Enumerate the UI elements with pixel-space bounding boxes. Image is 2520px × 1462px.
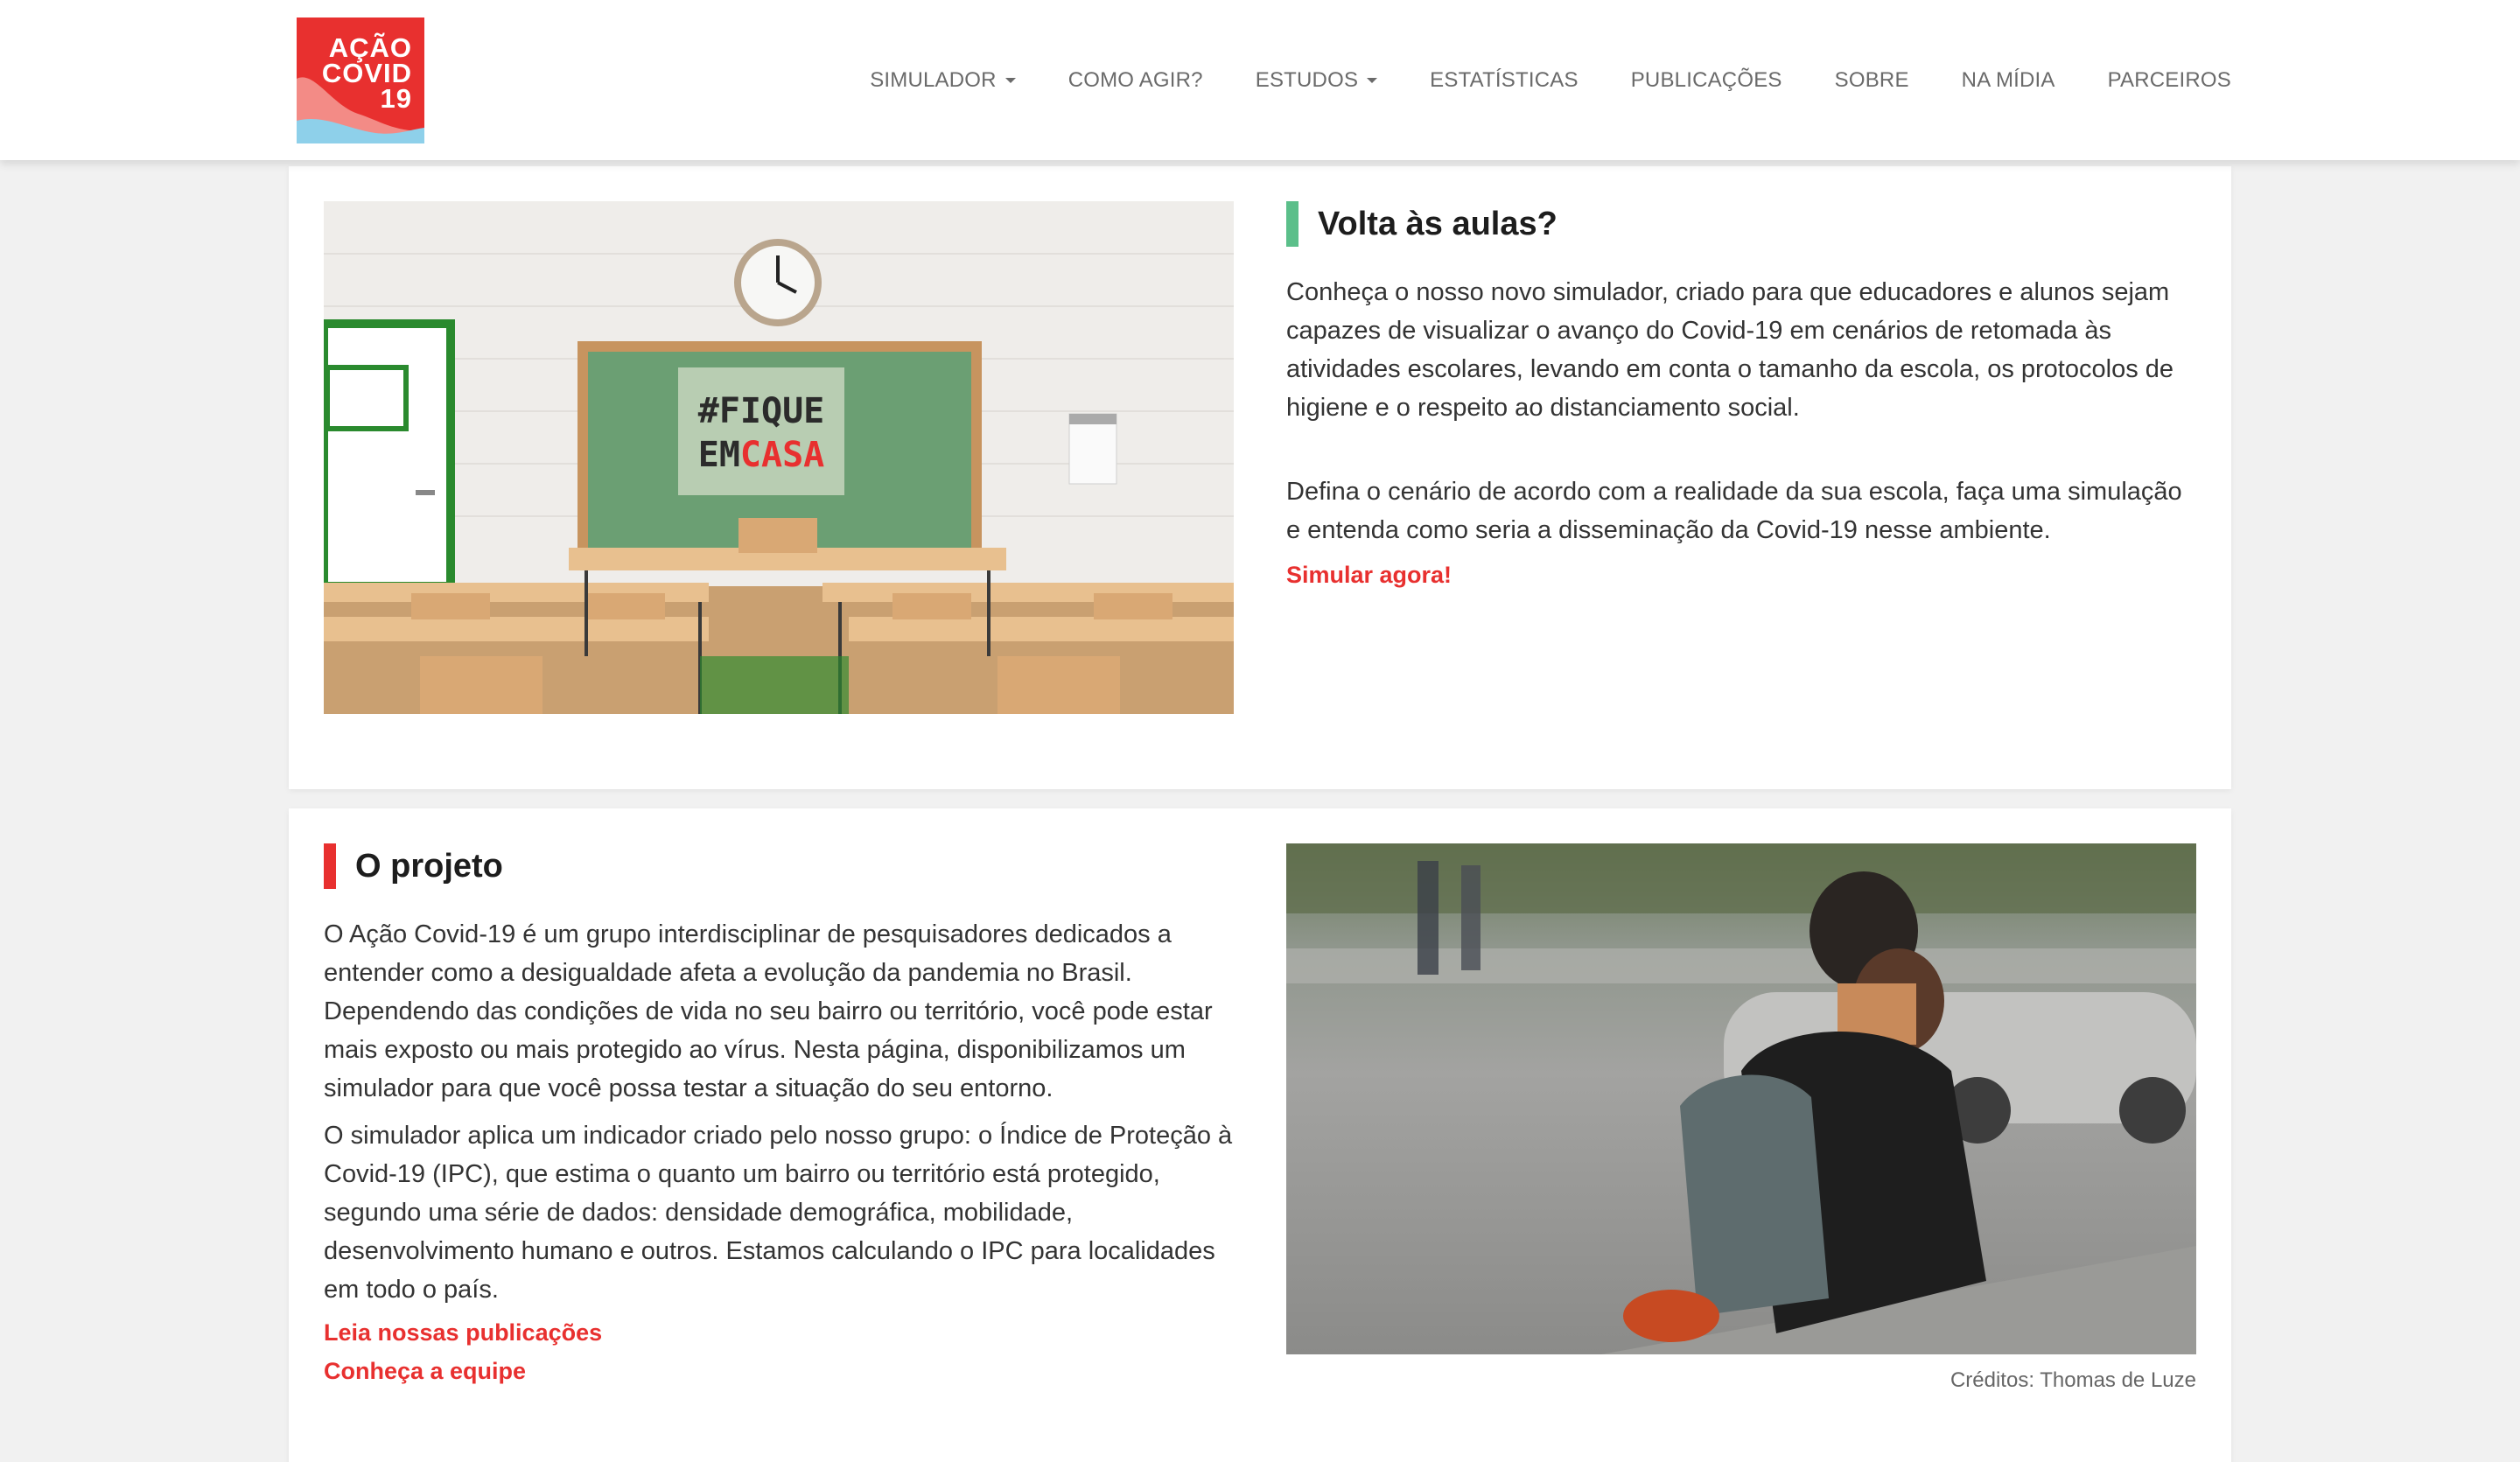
project-text-1: O Ação Covid-19 é um grupo interdiscipli… [324,920,1213,1102]
nav-item-sobre[interactable]: SOBRE [1835,68,1909,93]
back-to-school-text-2: Defina o cenário de acordo com a realida… [1286,478,2182,544]
masked-woman-photo [1286,843,2196,1354]
acao-covid-logo[interactable]: AÇÃO COVID 19 [297,17,424,143]
section-title: O projeto [355,847,503,885]
back-to-school-heading: Volta às aulas? [1286,201,1558,247]
meet-team-link[interactable]: Conheça a equipe [324,1358,526,1385]
nav-item-estatisticas[interactable]: ESTATÍSTICAS [1430,68,1578,93]
heading-accent-bar [1286,201,1298,247]
top-navbar: AÇÃO COVID 19 SIMULADOR COMO AGIR? ESTUD… [0,0,2520,160]
section-title: Volta às aulas? [1318,205,1558,242]
nav-item-na-midia[interactable]: NA MÍDIA [1962,68,2055,93]
classroom-image: #FIQUE EMCASA [324,201,1234,714]
nav-item-parceiros[interactable]: PARCEIROS [2108,68,2231,93]
photo-credit: Créditos: Thomas de Luze [1950,1368,2196,1392]
back-to-school-card: #FIQUE EMCASA Volta às aulas? Conheça o … [289,166,2231,789]
caret-down-icon [1004,77,1016,83]
board-text-line-2: EMCASA [698,435,825,475]
nav-item-como-agir[interactable]: COMO AGIR? [1068,68,1203,93]
nav-item-publicacoes[interactable]: PUBLICAÇÕES [1631,68,1782,93]
nav-item-simulador[interactable]: SIMULADOR [870,68,1016,93]
project-text-2: O simulador aplica um indicador criado p… [324,1122,1233,1304]
simulate-now-link[interactable]: Simular agora! [1286,562,1452,589]
logo-text: AÇÃO COVID 19 [321,32,412,114]
read-publications-link[interactable]: Leia nossas publicações [324,1319,602,1347]
project-card: O projeto O Ação Covid-19 é um grupo int… [289,808,2231,1462]
board-text-line-1: #FIQUE [698,391,825,431]
main-nav: SIMULADOR COMO AGIR? ESTUDOS ESTATÍSTICA… [817,0,2231,160]
nav-item-estudos[interactable]: ESTUDOS [1256,68,1378,93]
project-heading: O projeto [324,843,503,889]
heading-accent-bar [324,843,336,889]
caret-down-icon [1367,77,1378,83]
back-to-school-text-1: Conheça o nosso novo simulador, criado p… [1286,278,2174,422]
